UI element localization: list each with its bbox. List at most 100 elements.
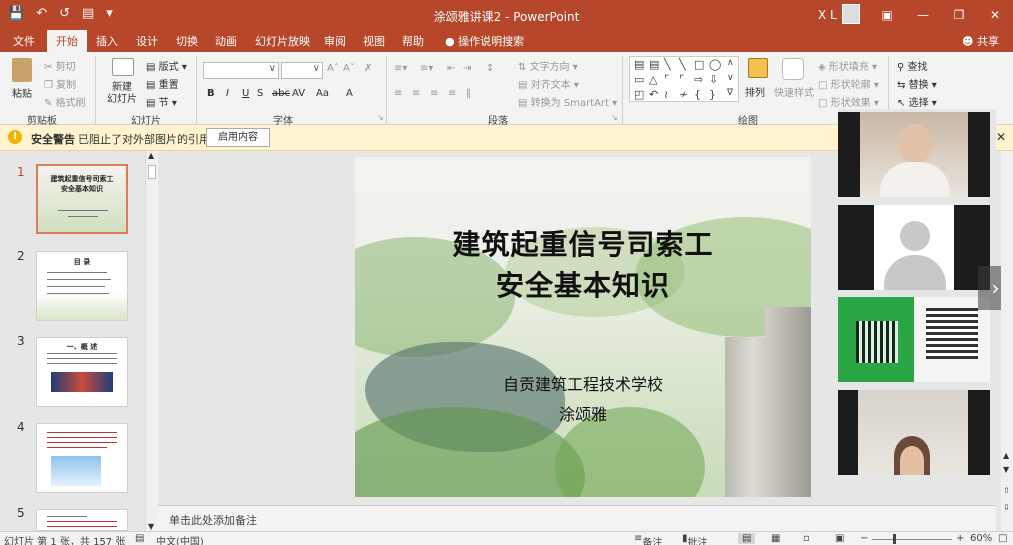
paste-icon[interactable] bbox=[12, 58, 32, 82]
tab-insert[interactable]: 插入 bbox=[96, 33, 118, 49]
find-button[interactable]: ⚲ 查找 bbox=[897, 58, 928, 73]
cut-button[interactable]: ✂ 剪切 bbox=[44, 58, 76, 73]
video-tile[interactable] bbox=[838, 297, 990, 382]
scroll-thumb[interactable] bbox=[148, 165, 156, 179]
font-dialog-launcher-icon[interactable]: ↘ bbox=[377, 113, 384, 122]
shape-effects-button[interactable]: □ 形状效果 ▾ bbox=[818, 94, 879, 109]
zoom-level[interactable]: 60% bbox=[970, 533, 992, 544]
arrow-shape-icon[interactable]: ⇩ bbox=[709, 73, 718, 86]
paragraph-dialog-launcher-icon[interactable]: ↘ bbox=[611, 113, 618, 122]
tab-file[interactable]: 文件 bbox=[13, 33, 35, 49]
char-spacing-button[interactable]: AV bbox=[292, 88, 305, 99]
increase-indent-icon[interactable]: ⇥ bbox=[463, 63, 471, 74]
tab-help[interactable]: 帮助 bbox=[402, 33, 424, 49]
connector-shape-icon[interactable]: ⌜ bbox=[664, 73, 669, 86]
replace-button[interactable]: ⇆ 替换 ▾ bbox=[897, 76, 937, 91]
freeform-shape-icon[interactable]: ◰ bbox=[634, 88, 644, 101]
format-painter-button[interactable]: ✎ 格式刷 bbox=[44, 94, 86, 109]
justify-icon[interactable]: ≡ bbox=[448, 88, 456, 99]
new-slide-button[interactable]: 新建 幻灯片 bbox=[104, 82, 140, 106]
shape-outline-button[interactable]: □ 形状轮廓 ▾ bbox=[818, 76, 879, 91]
slide-thumbnail-2[interactable]: 目 录 bbox=[36, 251, 128, 321]
gallery-down-icon[interactable]: ∨ bbox=[727, 73, 734, 83]
change-case-button[interactable]: Aa bbox=[316, 88, 329, 99]
zoom-slider[interactable] bbox=[872, 539, 952, 540]
text-direction-button[interactable]: ⇅ 文字方向 ▾ bbox=[518, 58, 578, 73]
share-button[interactable]: ☻ 共享 bbox=[962, 33, 999, 49]
curve-shape-icon[interactable]: ≀ bbox=[664, 88, 668, 101]
brace-shape-icon[interactable]: { bbox=[694, 88, 701, 101]
line-shape-icon[interactable]: ╲ bbox=[679, 58, 686, 71]
restore-icon[interactable]: ❐ bbox=[941, 0, 977, 30]
video-tile[interactable] bbox=[838, 390, 990, 475]
slide-title-line1[interactable]: 建筑起重信号司索工 bbox=[355, 223, 811, 263]
notes-toggle[interactable]: ≡ 备注 bbox=[634, 533, 662, 545]
italic-button[interactable]: I bbox=[226, 88, 229, 99]
triangle-shape-icon[interactable]: △ bbox=[649, 73, 657, 86]
notes-placeholder[interactable]: 单击此处添加备注 bbox=[169, 512, 257, 528]
grow-font-button[interactable]: Aˆ bbox=[327, 63, 339, 74]
slideshow-icon[interactable]: ▣ bbox=[835, 533, 844, 544]
layout-button[interactable]: ▤ 版式 ▾ bbox=[146, 58, 187, 73]
quick-styles-icon[interactable] bbox=[782, 58, 804, 80]
zoom-slider-knob[interactable] bbox=[893, 534, 896, 544]
notes-pane[interactable]: 单击此处添加备注 bbox=[158, 505, 996, 531]
gallery-up-icon[interactable]: ∧ bbox=[727, 58, 734, 68]
connector-shape-icon[interactable]: ⌜ bbox=[679, 73, 684, 86]
next-slide-icon[interactable]: ⇩ bbox=[1003, 503, 1010, 512]
tab-slideshow[interactable]: 幻灯片放映 bbox=[255, 33, 310, 49]
close-icon[interactable]: ✕ bbox=[996, 130, 1006, 144]
slide-sorter-icon[interactable]: ▦ bbox=[771, 533, 780, 544]
language-indicator[interactable]: 中文(中国) bbox=[156, 533, 204, 545]
paste-button[interactable]: 粘贴 bbox=[12, 85, 32, 100]
rectangle-shape-icon[interactable]: ▭ bbox=[634, 73, 644, 86]
bullets-icon[interactable]: ≡▾ bbox=[394, 63, 407, 74]
spellcheck-icon[interactable]: ▤ bbox=[135, 533, 144, 544]
textbox-shape-icon[interactable]: ▤ bbox=[649, 58, 659, 71]
tab-home[interactable]: 开始 bbox=[47, 30, 87, 52]
font-family-select[interactable]: ∨ bbox=[203, 62, 279, 79]
tab-transitions[interactable]: 切换 bbox=[176, 33, 198, 49]
tab-review[interactable]: 审阅 bbox=[324, 33, 346, 49]
brace-shape-icon[interactable]: } bbox=[709, 88, 716, 101]
line-shape-icon[interactable]: ╲ bbox=[664, 58, 671, 71]
arrange-icon[interactable] bbox=[748, 58, 768, 78]
arrow-shape-icon[interactable]: ⇨ bbox=[694, 73, 703, 86]
textbox-shape-icon[interactable]: ▤ bbox=[634, 58, 644, 71]
copy-button[interactable]: ❐ 复制 bbox=[44, 76, 76, 91]
curve-shape-icon[interactable]: ↶ bbox=[649, 88, 658, 101]
scroll-up-icon[interactable]: ▲ bbox=[1003, 451, 1009, 460]
tab-view[interactable]: 视图 bbox=[363, 33, 385, 49]
slide-title-line2[interactable]: 安全基本知识 bbox=[355, 264, 811, 304]
numbering-icon[interactable]: ≡▾ bbox=[420, 63, 433, 74]
section-button[interactable]: ▤ 节 ▾ bbox=[146, 94, 177, 109]
new-slide-icon[interactable] bbox=[112, 58, 134, 76]
slide-thumbnail-1[interactable]: 建筑起重信号司索工 安全基本知识 bbox=[36, 164, 128, 234]
ribbon-display-icon[interactable]: ▣ bbox=[869, 0, 905, 30]
rectangle-shape-icon[interactable]: □ bbox=[694, 58, 704, 71]
reset-button[interactable]: ▤ 重置 bbox=[146, 76, 179, 91]
slide-author[interactable]: 涂颂雅 bbox=[355, 401, 811, 425]
clear-format-icon[interactable]: ✗ bbox=[364, 63, 372, 74]
fit-slide-icon[interactable]: □ bbox=[998, 533, 1007, 544]
video-tile[interactable] bbox=[838, 205, 990, 290]
tab-design[interactable]: 设计 bbox=[136, 33, 158, 49]
comments-toggle[interactable]: ▮ 批注 bbox=[682, 533, 708, 545]
normal-view-icon[interactable]: ▤ bbox=[738, 533, 756, 544]
slide-thumbnail-5[interactable] bbox=[36, 509, 128, 531]
oval-shape-icon[interactable]: ◯ bbox=[709, 58, 721, 71]
previous-slide-icon[interactable]: ⇧ bbox=[1003, 486, 1010, 495]
strikethrough-button[interactable]: abc bbox=[272, 88, 290, 99]
line-spacing-icon[interactable]: ↕ bbox=[486, 63, 494, 74]
decrease-indent-icon[interactable]: ⇤ bbox=[447, 63, 455, 74]
minimize-icon[interactable]: — bbox=[905, 0, 941, 30]
shape-fill-button[interactable]: ◈ 形状填充 ▾ bbox=[818, 58, 877, 73]
font-size-select[interactable]: ∨ bbox=[281, 62, 323, 79]
align-center-icon[interactable]: ≡ bbox=[412, 88, 420, 99]
scroll-down-icon[interactable]: ▼ bbox=[1003, 465, 1009, 474]
shadow-button[interactable]: S bbox=[257, 88, 263, 99]
align-right-icon[interactable]: ≡ bbox=[430, 88, 438, 99]
reading-view-icon[interactable]: ▫ bbox=[803, 533, 810, 544]
align-left-icon[interactable]: ≡ bbox=[394, 88, 402, 99]
zoom-out-icon[interactable]: − bbox=[860, 533, 868, 544]
